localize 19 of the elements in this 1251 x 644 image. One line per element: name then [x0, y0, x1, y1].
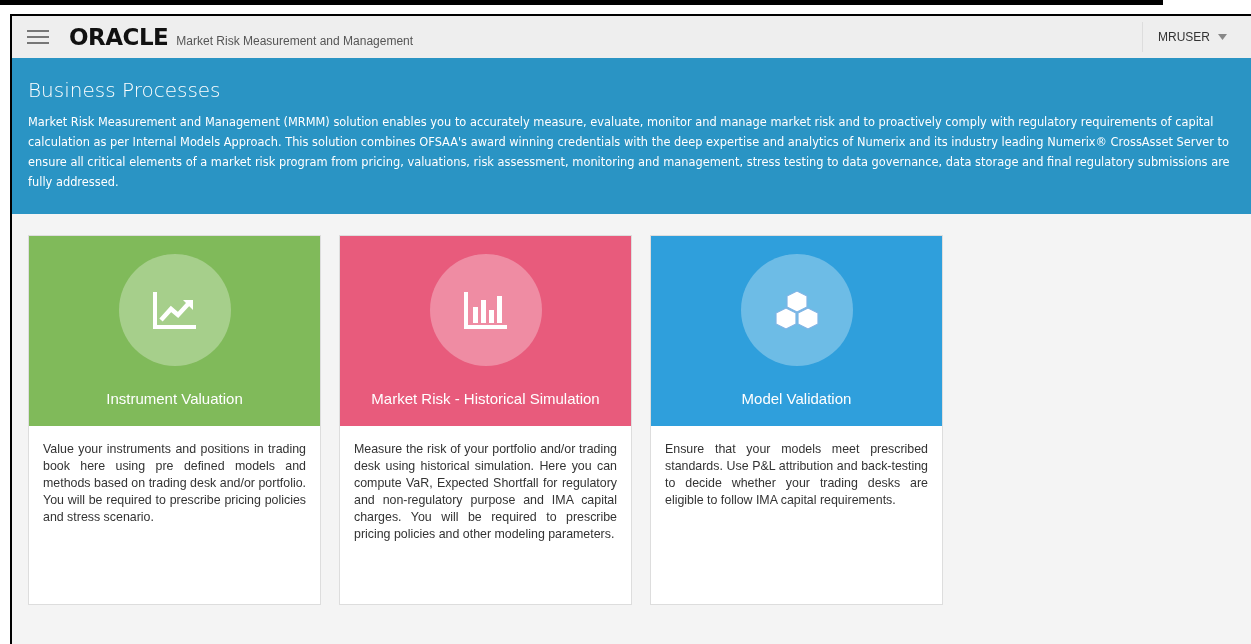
page-description: Market Risk Measurement and Management (MRMM) solution enables you to accurately measure, evaluate, monitor and manage market risk and to proactively comply with regulatory requirements of capital calculation as per Internal Models Approach. This solution combines OFSAA's award winning credentials with the deep expertise and analytics of Numerix and its industry leading Numerix® CrossAsset Server to ensure all critical elements of a market risk program from pricing, valuations, risk assessment, monitoring and management, stress testing to data governance, data storage and final regulatory submissions are fully addressed. [28, 114, 1231, 191]
brand-logo: ORACLE [69, 24, 169, 50]
menu-icon[interactable] [27, 30, 49, 44]
process-card[interactable] [339, 235, 632, 605]
cubes-icon [772, 289, 821, 331]
card-description: Ensure that your models meet prescribed standards. Use P&L attribution and back-testing to decide whether your trading desks are eligible to follow IMA capital requirements. [664, 441, 929, 509]
card-description: Measure the risk of your portfolio and/or trading desk using historical simulation. Here you can compute VaR, Expected Shortfall for regulatory and non-regulatory purpose and IMA capital charges. You will be required to prescribe pricing policies and other modeling parameters. [353, 441, 618, 543]
bar-chart-icon [462, 290, 509, 330]
user-menu[interactable]: MRUSER [1158, 30, 1210, 44]
app-title: Market Risk Measurement and Management [176, 34, 414, 48]
process-card[interactable]: Model Validation Ensure that your models meet prescribed standards. Use P&L attribution and back-testing to decide whether your trading desks are eligible to follow IMA capital requirements. [650, 235, 943, 605]
card-title: Instrument Valuation [106, 390, 243, 407]
card-description: Value your instruments and positions in trading book here using pre defined models and methods based on trading desk and/or portfolio. You will be required to prescribe pricing policies and stress scenario. [42, 441, 307, 526]
card-title: Model Validation [741, 390, 852, 407]
trend-chart-icon [151, 290, 198, 330]
caret-icon[interactable] [1218, 34, 1227, 40]
card-title: Market Risk - Historical Simulation [371, 390, 600, 407]
process-card[interactable] [28, 235, 321, 605]
page-title: Business Processes [28, 78, 222, 102]
